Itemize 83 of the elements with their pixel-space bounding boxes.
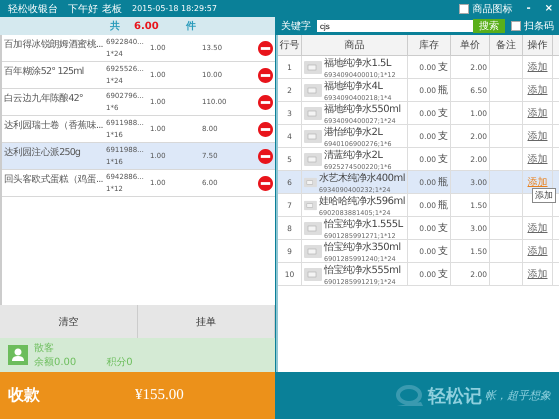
column-header: 操作	[523, 35, 553, 55]
logo-icon	[395, 384, 425, 408]
keyword-label: 关键字	[281, 20, 311, 33]
clear-button[interactable]: 清空	[0, 305, 138, 338]
checkbox-label: 扫条码	[524, 20, 554, 33]
stock-unit: 支	[438, 244, 448, 258]
greeting: 下午好	[68, 2, 98, 16]
product-name: 白云边九年陈酿42°	[3, 92, 84, 105]
stock-unit: 支	[438, 106, 448, 120]
column-header: 商品	[302, 35, 408, 55]
image-placeholder-icon	[304, 176, 317, 188]
image-placeholder-icon	[304, 130, 322, 142]
stock-unit: 瓶	[438, 199, 448, 212]
add-link[interactable]: 添加	[528, 267, 548, 281]
user-name: 老板	[102, 2, 122, 16]
add-link[interactable]: 添加	[528, 152, 548, 166]
total-prefix: 共	[110, 20, 121, 33]
count-unit: 件	[186, 20, 197, 33]
add-link[interactable]: 添加	[528, 129, 548, 143]
user-icon	[8, 345, 28, 365]
product-name: 怡宝纯净水555ml	[324, 264, 401, 276]
column-header: 行号	[278, 35, 302, 55]
product-name: 怡宝纯净水1.555L	[324, 218, 403, 230]
stock-unit: 支	[438, 222, 448, 235]
product-name: 福地纯净水4L	[324, 80, 384, 92]
brand-logo: 轻松记	[428, 384, 482, 408]
customer-name: 散客	[34, 342, 55, 355]
close-button[interactable]: ×	[544, 3, 553, 14]
checkout-label: 收款	[7, 385, 41, 406]
image-placeholder-icon	[304, 268, 322, 280]
column-header: 单价	[451, 35, 490, 55]
stock-unit: 支	[438, 130, 448, 143]
checkbox-label: 商品图标	[472, 2, 512, 16]
datetime: 2015-05-18 18:29:57	[132, 4, 217, 13]
checkbox[interactable]	[459, 4, 470, 14]
stock-unit: 支	[438, 60, 448, 74]
image-placeholder-icon	[304, 152, 322, 166]
product-name: 港怡纯净水2L	[324, 126, 384, 138]
app-title: 轻松收银台	[8, 2, 58, 16]
image-placeholder-icon	[304, 106, 322, 120]
hold-order-button[interactable]: 挂单	[138, 305, 275, 338]
customer-points: 积分0	[106, 356, 133, 369]
add-link[interactable]: 添加	[528, 221, 548, 235]
product-name: 水艺木纯净水400ml	[318, 172, 405, 184]
product-name: 福地纯净水550ml	[324, 102, 401, 116]
product-name: 百加得冰锐朗姆酒蜜桃...	[3, 38, 104, 51]
image-placeholder-icon	[304, 60, 322, 74]
tooltip: 添加	[532, 188, 556, 203]
brand-tagline: 帐，超乎想象	[485, 388, 551, 403]
remove-icon[interactable]	[258, 122, 273, 136]
stock-unit: 瓶	[438, 176, 448, 189]
image-placeholder-icon	[304, 222, 322, 234]
stock-unit: 瓶	[438, 84, 448, 97]
product-name: 回头客欧式蛋糕（鸡蛋...	[3, 173, 104, 186]
product-name: 达利园瑞士卷（香蕉味...	[3, 119, 104, 132]
item-count: 6.00	[134, 20, 160, 32]
image-placeholder-icon	[304, 198, 317, 212]
remove-icon[interactable]	[258, 148, 273, 164]
product-name: 娃哈哈纯净水596ml	[318, 194, 405, 208]
search-field[interactable]: cjs	[317, 20, 473, 32]
remove-icon[interactable]	[258, 68, 273, 82]
column-header: 库存	[408, 35, 451, 55]
add-link[interactable]: 添加	[528, 83, 548, 97]
column-header: 备注	[490, 35, 523, 55]
product-name: 百年糊涂52° 125ml	[3, 65, 84, 78]
product-name: 达利园注心派250g	[3, 146, 82, 159]
remove-icon[interactable]	[258, 176, 273, 190]
add-link[interactable]: 添加	[528, 244, 548, 258]
product-name: 怡宝纯净水350ml	[324, 240, 401, 254]
add-link[interactable]: 添加	[528, 60, 548, 74]
checkbox[interactable]	[511, 21, 521, 31]
product-name: 福地纯净水1.5L	[324, 56, 392, 70]
minimize-button[interactable]: -	[526, 3, 531, 14]
stock-unit: 支	[438, 268, 448, 281]
image-placeholder-icon	[304, 84, 322, 96]
stock-unit: 支	[438, 152, 448, 166]
add-link[interactable]: 添加	[528, 106, 548, 120]
remove-icon[interactable]	[258, 40, 273, 56]
remove-icon[interactable]	[258, 94, 273, 110]
image-placeholder-icon	[304, 244, 322, 258]
product-name: 清蓝纯净水2L	[324, 148, 384, 162]
customer-balance: 余额0.00	[34, 356, 76, 369]
checkout-amount: ¥155.00	[135, 387, 184, 404]
